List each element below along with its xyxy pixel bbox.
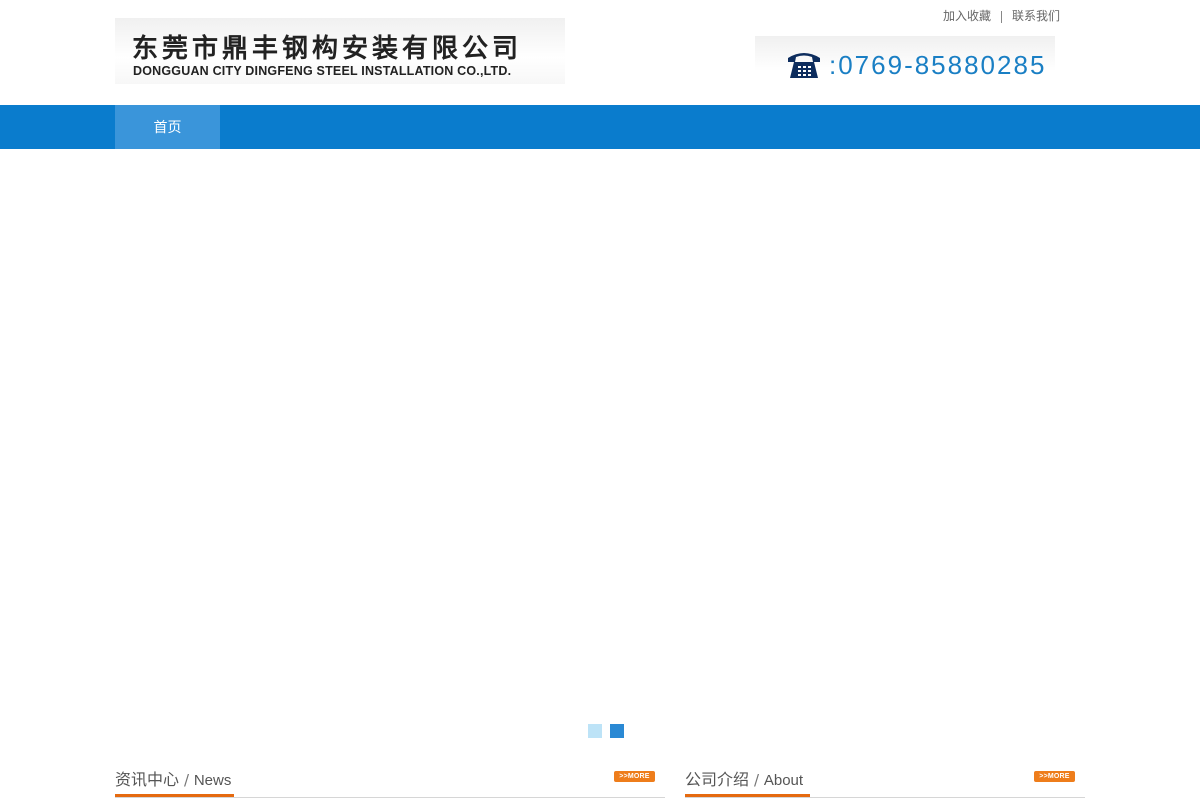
news-title-underline: [115, 794, 234, 797]
top-links: 加入收藏 联系我们: [943, 6, 1060, 24]
slider-dot-1[interactable]: [588, 724, 602, 738]
nav-item-home[interactable]: 首页: [115, 105, 220, 149]
about-title-en: About: [763, 772, 804, 789]
page: 东莞市鼎丰钢构安装有限公司 DONGGUAN CITY DINGFENG STE…: [0, 0, 1200, 800]
news-more-button[interactable]: >>MORE: [614, 771, 655, 782]
logo-english-name: DONGGUAN CITY DINGFENG STEEL INSTALLATIO…: [133, 64, 512, 78]
phone-number: :0769-85880285: [829, 50, 1047, 80]
about-title-underline: [685, 794, 810, 797]
phone-banner: :0769-85880285: [755, 36, 1055, 86]
news-section-title: 资讯中心 / News: [115, 766, 231, 790]
title-separator: /: [184, 771, 194, 789]
header: 东莞市鼎丰钢构安装有限公司 DONGGUAN CITY DINGFENG STE…: [0, 0, 1200, 105]
about-title-cn: 公司介绍: [685, 770, 750, 789]
bookmark-link[interactable]: 加入收藏: [943, 7, 991, 24]
about-section: 公司介绍 / About >>MORE: [685, 762, 1085, 800]
contact-link[interactable]: 联系我们: [1012, 7, 1060, 24]
title-separator: /: [754, 771, 764, 789]
news-title-en: News: [193, 772, 232, 789]
logo-chinese-name: 东莞市鼎丰钢构安装有限公司: [132, 34, 523, 64]
slider-dot-2[interactable]: [610, 724, 624, 738]
news-section: 资讯中心 / News >>MORE: [115, 762, 665, 800]
news-title-cn: 资讯中心: [115, 770, 180, 789]
company-logo[interactable]: 东莞市鼎丰钢构安装有限公司 DONGGUAN CITY DINGFENG STE…: [115, 18, 565, 84]
news-section-rule: [115, 797, 665, 798]
main-navigation: 首页: [0, 105, 1200, 149]
about-section-title: 公司介绍 / About: [685, 766, 803, 790]
about-more-button[interactable]: >>MORE: [1034, 771, 1075, 782]
telephone-icon: [788, 53, 820, 78]
top-links-divider: [1000, 11, 1002, 23]
banner-slider: [0, 149, 1200, 749]
about-section-rule: [685, 797, 1085, 798]
slider-pagination: [588, 724, 624, 738]
